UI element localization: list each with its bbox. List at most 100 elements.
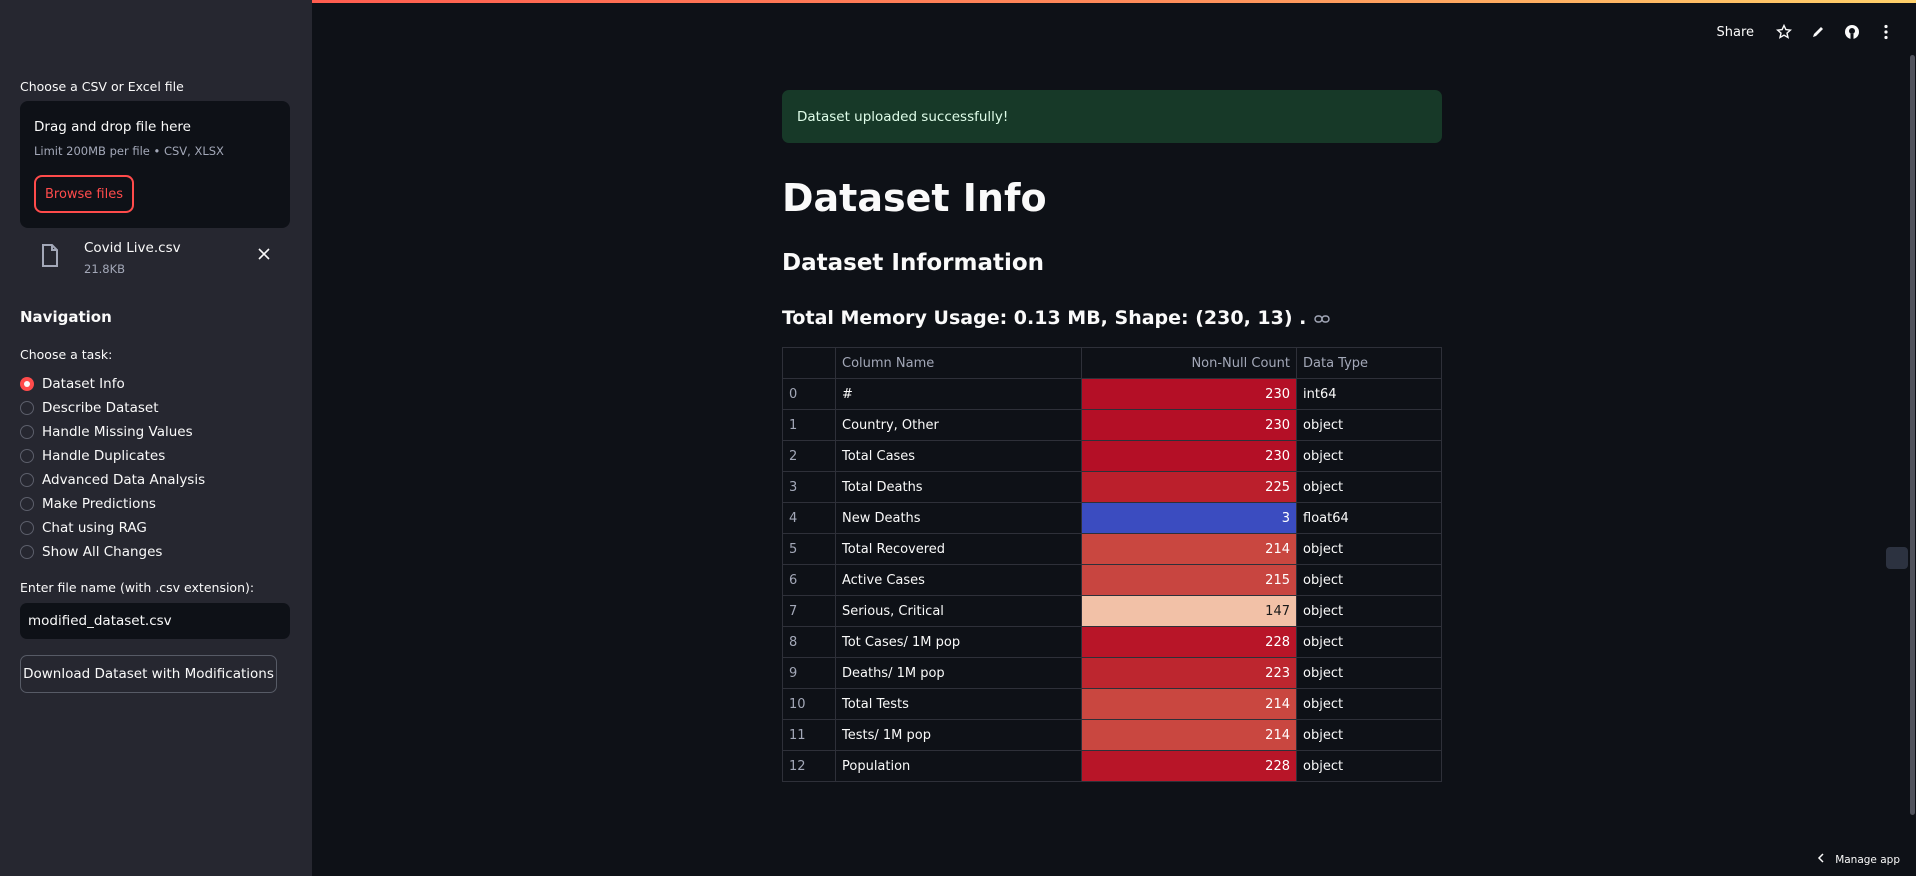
row-index: 8	[782, 626, 836, 658]
non-null-count-cell: 228	[1081, 750, 1297, 782]
more-menu-icon[interactable]	[1876, 22, 1896, 42]
table-row: 6 Active Cases 215 object	[782, 564, 1442, 596]
dataset-info-table: Column Name Non-Null Count Data Type 0 #2…	[782, 347, 1442, 782]
sidebar: Choose a CSV or Excel file Drag and drop…	[0, 0, 312, 876]
row-index: 5	[782, 533, 836, 565]
radio-button[interactable]	[20, 401, 34, 415]
data-type-cell: object	[1296, 719, 1442, 751]
column-name-cell: Country, Other	[835, 409, 1082, 441]
data-type-cell: object	[1296, 626, 1442, 658]
non-null-count-cell: 230	[1081, 378, 1297, 410]
radio-handle-missing-values[interactable]: Handle Missing Values	[20, 420, 205, 444]
row-index: 7	[782, 595, 836, 627]
column-name-cell: Total Tests	[835, 688, 1082, 720]
column-name-cell: Serious, Critical	[835, 595, 1082, 627]
row-index: 0	[782, 378, 836, 410]
task-label: Choose a task:	[20, 347, 113, 362]
column-name-cell: Total Cases	[835, 440, 1082, 472]
link-icon[interactable]	[1314, 307, 1331, 329]
data-type-header[interactable]: Data Type	[1296, 347, 1442, 379]
radio-dataset-info[interactable]: Dataset Info	[20, 372, 205, 396]
radio-button[interactable]	[20, 473, 34, 487]
radio-button[interactable]	[20, 497, 34, 511]
radio-button[interactable]	[20, 545, 34, 559]
data-type-cell: object	[1296, 440, 1442, 472]
table-body: 0 #230 int64 1 Country, Other 230 object 2 Total…	[782, 378, 1442, 782]
collapse-icon[interactable]	[1886, 547, 1908, 569]
column-name-cell: Deaths/ 1M pop	[835, 657, 1082, 689]
index-header	[782, 347, 836, 379]
browse-files-button[interactable]: Browse files	[34, 175, 134, 213]
non-null-count-cell: 215	[1081, 564, 1297, 596]
radio-button[interactable]	[20, 449, 34, 463]
table-row: 10 Total Tests 214 object	[782, 688, 1442, 720]
column-name-cell: #	[835, 378, 1082, 410]
radio-describe-dataset[interactable]: Describe Dataset	[20, 396, 205, 420]
data-type-cell: object	[1296, 471, 1442, 503]
row-index: 11	[782, 719, 836, 751]
github-icon[interactable]	[1842, 22, 1862, 42]
data-type-cell: int64	[1296, 378, 1442, 410]
star-icon[interactable]	[1774, 22, 1794, 42]
pencil-icon[interactable]	[1808, 22, 1828, 42]
column-name-cell: Tests/ 1M pop	[835, 719, 1082, 751]
filename-input[interactable]	[20, 603, 290, 639]
non-null-count-cell: 147	[1081, 595, 1297, 627]
table-row: 2 Total Cases 230 object	[782, 440, 1442, 472]
data-type-cell: object	[1296, 657, 1442, 689]
non-null-count-cell: 3	[1081, 502, 1297, 534]
data-type-cell: object	[1296, 595, 1442, 627]
file-name: Covid Live.csv	[84, 240, 181, 256]
page-title: Dataset Info	[782, 176, 1047, 220]
row-index: 12	[782, 750, 836, 782]
non-null-count-cell: 214	[1081, 719, 1297, 751]
app-toolbar: Share	[1716, 22, 1896, 42]
manage-app-label: Manage app	[1835, 853, 1900, 866]
column-name-cell: Tot Cases/ 1M pop	[835, 626, 1082, 658]
column-name-header[interactable]: Column Name	[835, 347, 1082, 379]
radio-chat-using-rag[interactable]: Chat using RAG	[20, 516, 205, 540]
file-icon	[40, 244, 60, 268]
non-null-count-cell: 223	[1081, 657, 1297, 689]
radio-button[interactable]	[20, 425, 34, 439]
close-icon[interactable]	[256, 246, 272, 262]
table-row: 8 Tot Cases/ 1M pop 228 object	[782, 626, 1442, 658]
file-size: 21.8KB	[84, 262, 126, 276]
memory-heading-text: Total Memory Usage: 0.13 MB, Shape: (230…	[782, 307, 1307, 329]
row-index: 1	[782, 409, 836, 441]
memory-heading: Total Memory Usage: 0.13 MB, Shape: (230…	[782, 307, 1331, 329]
row-index: 9	[782, 657, 836, 689]
row-index: 10	[782, 688, 836, 720]
table-row: 11 Tests/ 1M pop 214 object	[782, 719, 1442, 751]
download-dataset-button[interactable]: Download Dataset with Modifications	[20, 655, 277, 693]
column-name-cell: Total Recovered	[835, 533, 1082, 565]
navigation-title: Navigation	[20, 308, 112, 326]
table-row: 9 Deaths/ 1M pop 223 object	[782, 657, 1442, 689]
column-name-cell: Active Cases	[835, 564, 1082, 596]
data-type-cell: object	[1296, 409, 1442, 441]
non-null-count-cell: 214	[1081, 533, 1297, 565]
table-row: 0 #230 int64	[782, 378, 1442, 410]
table-row: 4 New Deaths 3 float64	[782, 502, 1442, 534]
radio-make-predictions[interactable]: Make Predictions	[20, 492, 205, 516]
table-row: 7 Serious, Critical 147 object	[782, 595, 1442, 627]
manage-app-button[interactable]: Manage app	[1817, 853, 1900, 866]
radio-handle-duplicates[interactable]: Handle Duplicates	[20, 444, 205, 468]
radio-advanced-data-analysis[interactable]: Advanced Data Analysis	[20, 468, 205, 492]
table-row: 12 Population 228 object	[782, 750, 1442, 782]
non-null-count-cell: 230	[1081, 409, 1297, 441]
radio-button[interactable]	[20, 521, 34, 535]
table-row: 3 Total Deaths 225 object	[782, 471, 1442, 503]
scrollbar[interactable]	[1910, 55, 1915, 815]
share-button[interactable]: Share	[1716, 25, 1754, 40]
table-row: 1 Country, Other 230 object	[782, 409, 1442, 441]
data-type-cell: object	[1296, 533, 1442, 565]
data-type-cell: object	[1296, 564, 1442, 596]
non-null-count-header[interactable]: Non-Null Count	[1081, 347, 1297, 379]
file-dropzone[interactable]: Drag and drop file here Limit 200MB per …	[20, 101, 290, 228]
radio-button[interactable]	[20, 377, 34, 391]
column-name-cell: New Deaths	[835, 502, 1082, 534]
filename-label: Enter file name (with .csv extension):	[20, 580, 255, 595]
radio-show-all-changes[interactable]: Show All Changes	[20, 540, 205, 564]
dropzone-title: Drag and drop file here	[34, 119, 191, 135]
